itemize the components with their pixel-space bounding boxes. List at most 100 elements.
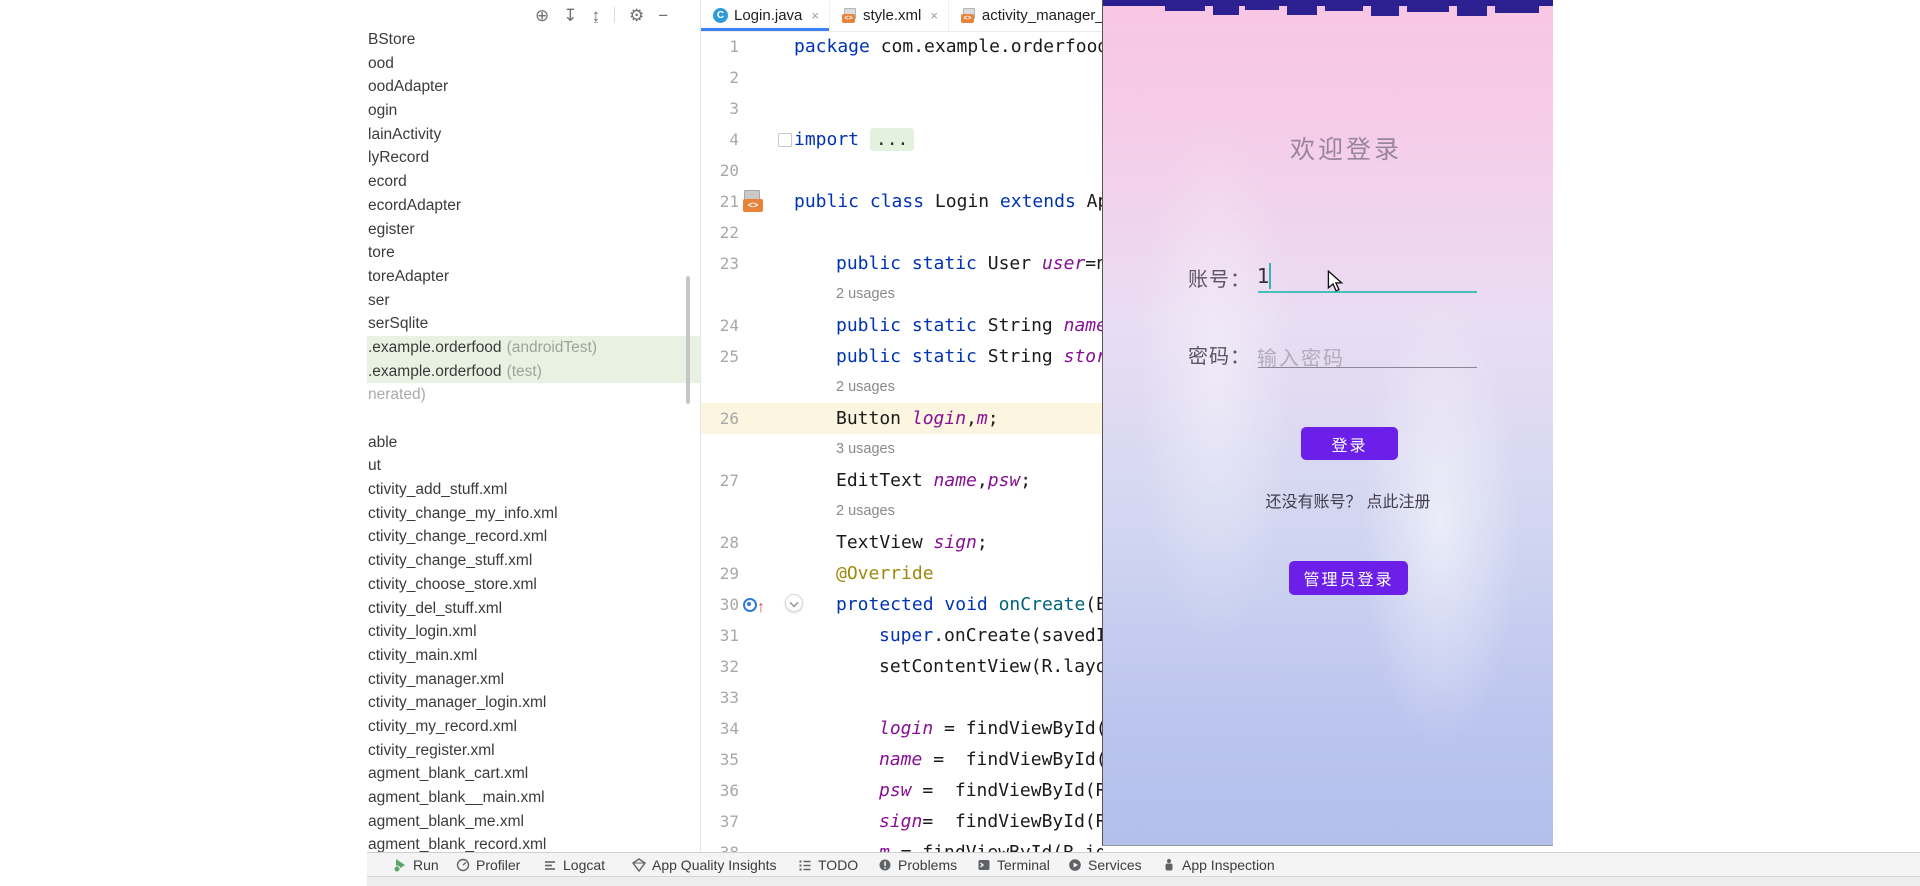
tree-item[interactable]: tore bbox=[367, 241, 701, 265]
tree-item[interactable]: ood bbox=[367, 52, 701, 76]
tree-item[interactable]: ctivity_manager.xml bbox=[367, 668, 701, 692]
code-line[interactable]: 20 bbox=[701, 155, 1103, 186]
usages-inlay[interactable]: 2 usages bbox=[836, 496, 895, 527]
tree-item[interactable]: ut bbox=[367, 454, 701, 478]
tree-item[interactable]: ctivity_main.xml bbox=[367, 644, 701, 668]
tree-item[interactable]: .example.orderfood(test) bbox=[367, 360, 701, 384]
todo-icon bbox=[798, 858, 812, 872]
tool-window-button-logcat[interactable]: Logcat bbox=[543, 853, 605, 877]
tree-item[interactable]: serSqlite bbox=[367, 312, 701, 336]
fold-expand-handle[interactable] bbox=[778, 133, 792, 147]
code-line[interactable]: 23public static User user=ne bbox=[701, 248, 1103, 279]
tool-window-button-services[interactable]: Services bbox=[1068, 853, 1142, 877]
tool-window-button-todo[interactable]: TODO bbox=[798, 853, 858, 877]
tool-window-button-run[interactable]: Run bbox=[393, 853, 439, 877]
tree-item[interactable]: nerated) bbox=[367, 383, 701, 407]
admin-login-button[interactable]: 管理员登录 bbox=[1289, 561, 1408, 595]
tree-item[interactable]: lyRecord bbox=[367, 146, 701, 170]
login-button[interactable]: 登录 bbox=[1301, 427, 1398, 460]
code-line[interactable]: 27EditText name,psw; bbox=[701, 465, 1103, 496]
tree-item[interactable]: ctivity_change_my_info.xml bbox=[367, 502, 701, 526]
tree-item[interactable]: ctivity_change_stuff.xml bbox=[367, 549, 701, 573]
code-line[interactable]: 35name = findViewById( bbox=[701, 744, 1103, 775]
tree-item[interactable]: agment_blank_me.xml bbox=[367, 810, 701, 834]
tree-item[interactable]: ctivity_add_stuff.xml bbox=[367, 478, 701, 502]
locate-icon[interactable]: ⊕ bbox=[535, 7, 549, 24]
code-line[interactable]: 22 bbox=[701, 217, 1103, 248]
override-method-gutter-icon[interactable]: ↑ bbox=[743, 595, 769, 615]
usages-inlay-row[interactable]: 2 usages bbox=[701, 372, 1103, 403]
fold-chevron-marker[interactable] bbox=[785, 594, 803, 612]
usages-inlay[interactable]: 2 usages bbox=[836, 279, 895, 310]
terminal-icon bbox=[977, 858, 991, 872]
tool-window-button-app-inspection[interactable]: App Inspection bbox=[1162, 853, 1275, 877]
code-line[interactable]: 4import ... bbox=[701, 124, 1103, 155]
code-line[interactable]: 3 bbox=[701, 93, 1103, 124]
tree-item[interactable]: ogin bbox=[367, 99, 701, 123]
tree-item[interactable]: agment_blank_cart.xml bbox=[367, 762, 701, 786]
code-area[interactable]: 1package com.example.orderfood;234import… bbox=[701, 31, 1103, 852]
tab-login-java[interactable]: C Login.java × bbox=[701, 0, 830, 31]
register-hint-link[interactable]: 还没有账号？ 点此注册 bbox=[1103, 488, 1553, 512]
tree-item[interactable]: toreAdapter bbox=[367, 265, 701, 289]
code-line[interactable]: 28TextView sign; bbox=[701, 527, 1103, 558]
close-icon[interactable]: × bbox=[811, 8, 819, 23]
code-line[interactable]: 37sign= findViewById(R. bbox=[701, 806, 1103, 837]
tree-item[interactable]: ecord bbox=[367, 170, 701, 194]
collapse-all-icon[interactable]: ↧ bbox=[563, 7, 577, 24]
tree-item[interactable]: able bbox=[367, 431, 701, 455]
code-line[interactable]: 1package com.example.orderfood; bbox=[701, 31, 1103, 62]
tree-item[interactable]: ctivity_choose_store.xml bbox=[367, 573, 701, 597]
project-tree[interactable]: BStoreoodoodAdapteroginlainActivitylyRec… bbox=[367, 28, 701, 852]
tree-item[interactable]: .example.orderfood(androidTest) bbox=[367, 336, 701, 360]
tree-spacer bbox=[367, 407, 701, 431]
tree-item[interactable]: oodAdapter bbox=[367, 75, 701, 99]
tree-item[interactable]: ctivity_my_record.xml bbox=[367, 715, 701, 739]
code-line[interactable]: 24public static String names bbox=[701, 310, 1103, 341]
usages-inlay[interactable]: 2 usages bbox=[836, 372, 895, 403]
code-editor[interactable]: C Login.java × <> style.xml × <> activit… bbox=[700, 0, 1103, 852]
tree-item[interactable]: ctivity_manager_login.xml bbox=[367, 691, 701, 715]
tree-item[interactable]: ctivity_login.xml bbox=[367, 620, 701, 644]
tool-window-button-app-quality-insights[interactable]: App Quality Insights bbox=[632, 853, 777, 877]
tab-style-xml[interactable]: <> style.xml × bbox=[830, 0, 949, 31]
code-line[interactable]: 2 bbox=[701, 62, 1103, 93]
tree-item[interactable]: lainActivity bbox=[367, 123, 701, 147]
tree-item[interactable]: egister bbox=[367, 218, 701, 242]
code-line[interactable]: 30↑protected void onCreate(Bu bbox=[701, 589, 1103, 620]
tree-item[interactable]: ctivity_change_record.xml bbox=[367, 525, 701, 549]
usages-inlay-row[interactable]: 3 usages bbox=[701, 434, 1103, 465]
tool-window-label: App Quality Insights bbox=[652, 857, 777, 873]
code-line[interactable]: 34login = findViewById(R bbox=[701, 713, 1103, 744]
layout-file-gutter-icon[interactable]: <> bbox=[743, 190, 767, 214]
code-line[interactable]: 36psw = findViewById(R. bbox=[701, 775, 1103, 806]
code-line[interactable]: 33 bbox=[701, 682, 1103, 713]
tree-item[interactable]: agment_blank_record.xml bbox=[367, 833, 701, 852]
code-line[interactable]: 29@Override bbox=[701, 558, 1103, 589]
account-input[interactable]: 1 bbox=[1257, 264, 1270, 288]
tree-item[interactable]: BStore bbox=[367, 28, 701, 52]
code-line[interactable]: 21<>public class Login extends App bbox=[701, 186, 1103, 217]
usages-inlay-row[interactable]: 2 usages bbox=[701, 496, 1103, 527]
expand-collapse-icon[interactable]: ↨ bbox=[592, 7, 601, 24]
code-line[interactable]: 26Button login,m; bbox=[701, 403, 1103, 434]
code-line[interactable]: 25public static String store bbox=[701, 341, 1103, 372]
tree-scrollbar[interactable] bbox=[686, 276, 690, 404]
tool-window-button-problems[interactable]: Problems bbox=[878, 853, 957, 877]
hide-panel-icon[interactable]: − bbox=[658, 7, 668, 24]
tab-activity-manager[interactable]: <> activity_manager_l bbox=[949, 0, 1103, 31]
usages-inlay[interactable]: 3 usages bbox=[836, 434, 895, 465]
tree-item[interactable]: ser bbox=[367, 289, 701, 313]
code-line[interactable]: 31super.onCreate(savedIn bbox=[701, 620, 1103, 651]
usages-inlay-row[interactable]: 2 usages bbox=[701, 279, 1103, 310]
tree-item[interactable]: agment_blank__main.xml bbox=[367, 786, 701, 810]
tree-item[interactable]: ecordAdapter bbox=[367, 194, 701, 218]
code-line[interactable]: 32setContentView(R.layou bbox=[701, 651, 1103, 682]
tree-item[interactable]: ctivity_del_stuff.xml bbox=[367, 597, 701, 621]
tool-window-button-profiler[interactable]: Profiler bbox=[456, 853, 520, 877]
code-line[interactable]: 38m = findViewById(R.id.m); bbox=[701, 837, 1103, 852]
tree-item[interactable]: ctivity_register.xml bbox=[367, 739, 701, 763]
close-icon[interactable]: × bbox=[930, 8, 938, 23]
settings-gear-icon[interactable]: ⚙ bbox=[629, 7, 644, 24]
tool-window-button-terminal[interactable]: Terminal bbox=[977, 853, 1050, 877]
